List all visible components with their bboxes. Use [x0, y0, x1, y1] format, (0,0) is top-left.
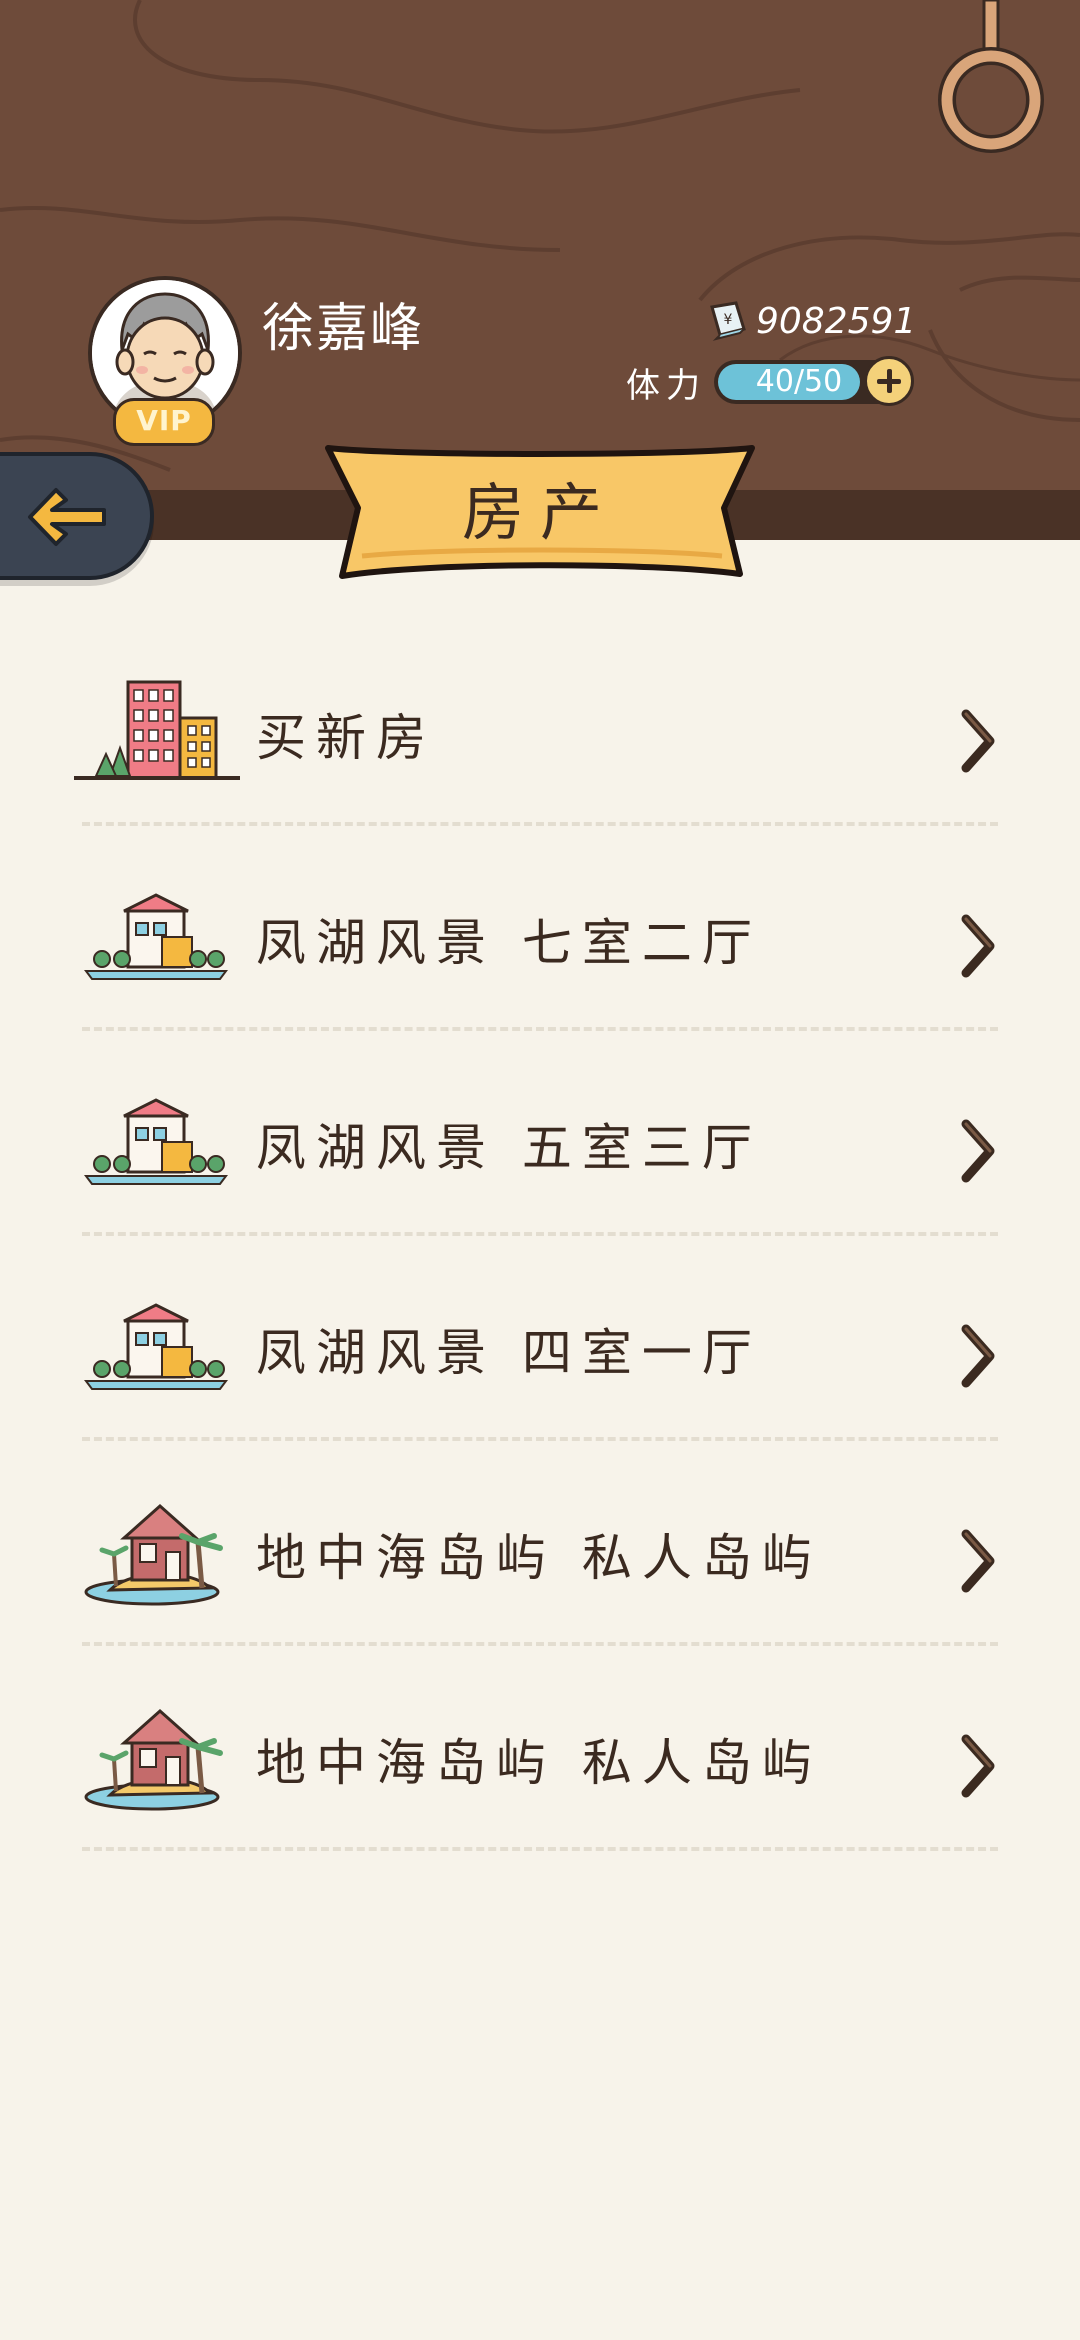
svg-text:¥: ¥ [724, 312, 733, 328]
chevron-right-icon [961, 914, 995, 978]
banknote-icon: ¥ [710, 301, 746, 341]
back-arrow-icon [28, 488, 106, 546]
list-divider [82, 1847, 998, 1851]
property-list: 买新房 凤湖风景 七室二厅 凤湖风景 五室三厅 凤湖风景 四室一厅 地中海岛屿 … [0, 540, 1080, 2340]
villa-icon [70, 1287, 242, 1407]
list-divider [82, 1232, 998, 1236]
property-list-item-label: 凤湖风景 四室一厅 [256, 1324, 762, 1382]
user-name: 徐嘉峰 [262, 299, 425, 359]
list-divider [82, 1642, 998, 1646]
property-list-item-label: 凤湖风景 五室三厅 [256, 1119, 762, 1177]
chevron-right-icon [961, 1734, 995, 1798]
list-divider [82, 822, 998, 826]
currency-value: 9082591 [756, 300, 917, 342]
add-stamina-button[interactable] [864, 356, 914, 406]
header-wood-panel: VIP 徐嘉峰 ¥ 9082591 体力 40/50 [0, 0, 1080, 510]
stamina-value: 40/50 [755, 364, 843, 399]
property-list-item-label: 买新房 [256, 709, 436, 767]
list-divider [82, 1027, 998, 1031]
back-button[interactable] [0, 452, 154, 580]
chevron-right-icon [961, 1119, 995, 1183]
stamina-label: 体力 [626, 366, 706, 406]
property-list-item-label: 地中海岛屿 私人岛屿 [256, 1734, 822, 1792]
island-house-icon [70, 1697, 242, 1817]
property-list-item[interactable]: 凤湖风景 五室三厅 [0, 1054, 1080, 1259]
chevron-right-icon [961, 1324, 995, 1388]
screen: VIP 徐嘉峰 ¥ 9082591 体力 40/50 买新房 凤湖风景 七室二厅 [0, 0, 1080, 2340]
villa-icon [70, 1082, 242, 1202]
page-title: 房产 [461, 476, 618, 549]
property-list-item[interactable]: 地中海岛屿 私人岛屿 [0, 1464, 1080, 1669]
island-house-icon [70, 1492, 242, 1612]
property-list-item[interactable]: 地中海岛屿 私人岛屿 [0, 1669, 1080, 1874]
city-buildings-icon [70, 672, 242, 792]
property-list-item-label: 凤湖风景 七室二厅 [256, 914, 762, 972]
list-divider [82, 1437, 998, 1441]
hanging-ring-icon [938, 0, 1044, 153]
property-list-item-label: 地中海岛屿 私人岛屿 [256, 1529, 822, 1587]
property-list-item[interactable]: 买新房 [0, 644, 1080, 849]
currency-display: ¥ 9082591 [706, 296, 916, 346]
property-list-item[interactable]: 凤湖风景 七室二厅 [0, 849, 1080, 1054]
property-list-item[interactable]: 凤湖风景 四室一厅 [0, 1259, 1080, 1464]
vip-badge: VIP [113, 398, 215, 446]
chevron-right-icon [961, 1529, 995, 1593]
villa-icon [70, 877, 242, 997]
chevron-right-icon [961, 709, 995, 773]
